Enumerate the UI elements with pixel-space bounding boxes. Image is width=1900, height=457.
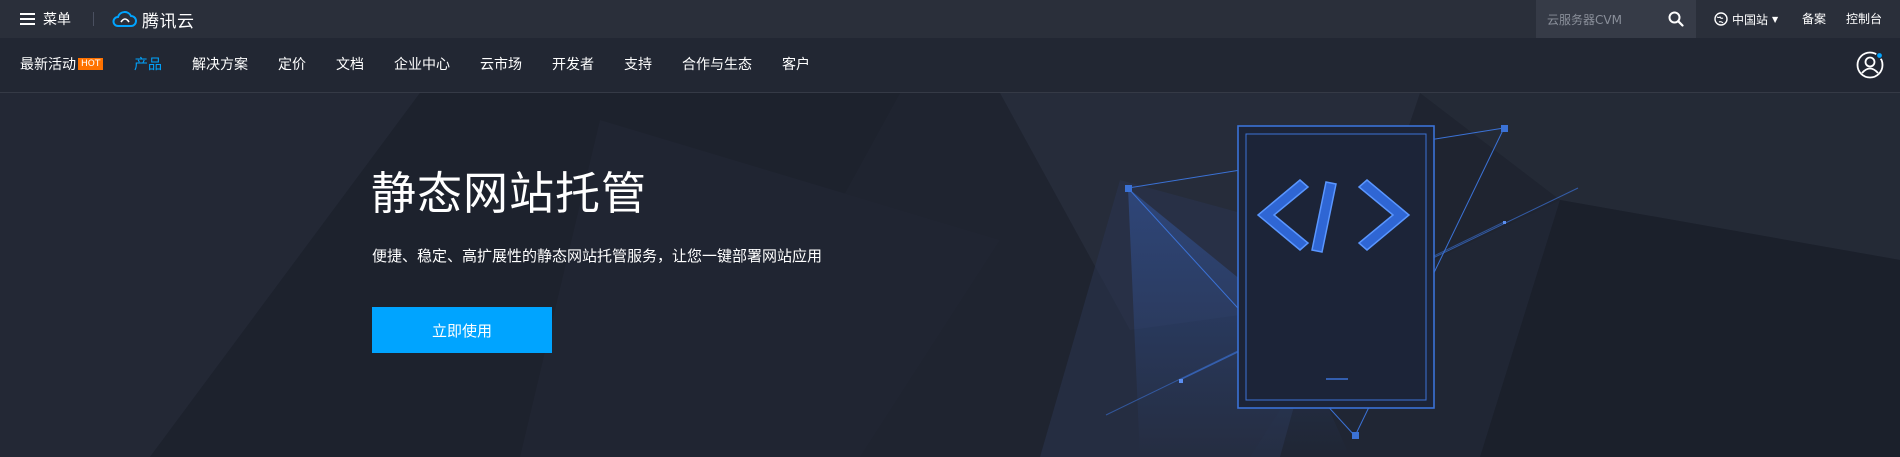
nav-item-customers[interactable]: 客户: [782, 38, 810, 92]
chevron-down-icon: ▼: [1772, 14, 1779, 24]
record-link[interactable]: 备案: [1802, 0, 1826, 38]
region-selector[interactable]: 中国站 ▼: [1714, 0, 1778, 38]
code-brackets-illustration: [1105, 125, 1579, 457]
globe-icon: [1714, 12, 1728, 26]
nav-item-label: 最新活动: [20, 57, 76, 73]
logo-text: 腾讯云: [142, 11, 195, 32]
main-nav: 最新活动 HOT 产品 解决方案 定价 文档 企业中心 云市场 开发者 支持 合作…: [0, 38, 1900, 93]
search-placeholder: 云服务器CVM: [1547, 12, 1622, 27]
hero-subtitle: 便捷、稳定、高扩展性的静态网站托管服务，让您一键部署网站应用: [372, 247, 823, 265]
nav-item-activities[interactable]: 最新活动 HOT: [20, 38, 104, 92]
nav-item-enterprise[interactable]: 企业中心: [394, 38, 450, 92]
search-icon[interactable]: [1668, 11, 1684, 27]
nav-item-developers[interactable]: 开发者: [552, 38, 594, 92]
nav-item-products[interactable]: 产品: [134, 38, 162, 92]
menu-label: 菜单: [43, 12, 71, 28]
region-label: 中国站: [1732, 12, 1769, 27]
console-link[interactable]: 控制台: [1846, 0, 1882, 38]
user-icon[interactable]: [1855, 50, 1885, 80]
nav-item-marketplace[interactable]: 云市场: [480, 38, 522, 92]
cloud-logo-icon: [112, 11, 137, 27]
hamburger-icon: [20, 13, 35, 25]
start-using-button[interactable]: 立即使用: [372, 307, 552, 353]
search-input[interactable]: 云服务器CVM: [1536, 0, 1696, 38]
menu-button[interactable]: 菜单: [20, 0, 71, 38]
hot-badge: HOT: [78, 58, 104, 70]
nav-item-docs[interactable]: 文档: [336, 38, 364, 92]
page-title: 静态网站托管: [371, 167, 648, 220]
nav-item-solutions[interactable]: 解决方案: [192, 38, 248, 92]
nav-item-pricing[interactable]: 定价: [278, 38, 306, 92]
nav-item-partners[interactable]: 合作与生态: [682, 38, 752, 92]
top-bar: 菜单 腾讯云 云服务器CVM 中国站 ▼ 备案 控制台: [0, 0, 1900, 38]
nav-item-support[interactable]: 支持: [624, 38, 652, 92]
tencent-cloud-logo[interactable]: 腾讯云: [112, 0, 195, 38]
topbar-divider: [93, 12, 94, 26]
